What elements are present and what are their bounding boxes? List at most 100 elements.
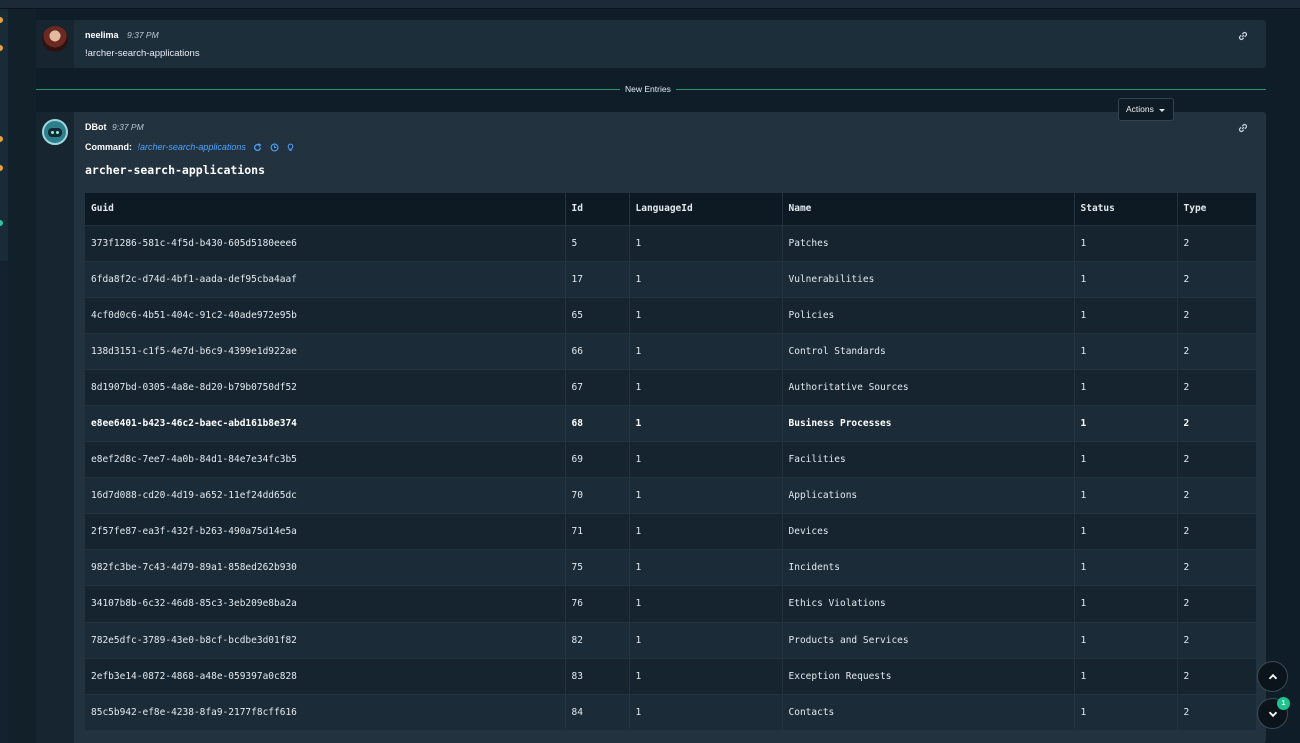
cell-type: 2 bbox=[1177, 549, 1257, 587]
cell-languageid: 1 bbox=[629, 261, 783, 298]
cell-type: 2 bbox=[1177, 477, 1257, 515]
cell-name: Products and Services bbox=[782, 622, 1075, 659]
cell-languageid: 1 bbox=[629, 622, 783, 659]
message-time: 9:37 PM bbox=[112, 122, 144, 132]
cell-name: Devices bbox=[782, 513, 1075, 551]
cell-languageid: 1 bbox=[629, 405, 783, 443]
cell-name: Control Standards bbox=[782, 333, 1075, 370]
cell-id: 82 bbox=[565, 622, 630, 659]
lightbulb-icon[interactable] bbox=[286, 143, 295, 152]
table-row: 373f1286-581c-4f5d-b430-605d5180eee6 5 1 Pa… bbox=[85, 225, 1257, 262]
cell-status: 1 bbox=[1074, 513, 1178, 551]
table-header-row: Guid Id LanguageId Name Status Type bbox=[85, 193, 1257, 226]
column-header-languageid[interactable]: LanguageId bbox=[629, 193, 783, 226]
bot-eye bbox=[56, 131, 59, 134]
cell-languageid: 1 bbox=[629, 225, 783, 262]
avatar-column bbox=[36, 20, 74, 68]
cell-guid: 782e5dfc-3789-43e0-b8cf-bcdbe3d01f82 bbox=[85, 622, 566, 659]
clock-icon[interactable] bbox=[270, 143, 279, 152]
avatar[interactable] bbox=[42, 26, 68, 52]
actions-dropdown-button[interactable]: Actions bbox=[1118, 98, 1174, 121]
cell-id: 71 bbox=[565, 513, 630, 551]
column-header-guid[interactable]: Guid bbox=[85, 193, 566, 226]
cell-name: Vulnerabilities bbox=[782, 261, 1075, 298]
cell-type: 2 bbox=[1177, 694, 1257, 731]
cell-guid: 16d7d088-cd20-4d19-a652-11ef24dd65dc bbox=[85, 477, 566, 515]
cell-languageid: 1 bbox=[629, 585, 783, 623]
cell-type: 2 bbox=[1177, 585, 1257, 623]
cell-type: 2 bbox=[1177, 261, 1257, 298]
cell-status: 1 bbox=[1074, 694, 1178, 731]
table-row: e8ef2d8c-7ee7-4a0b-84d1-84e7e34fc3b5 69 1 F… bbox=[85, 441, 1257, 479]
cell-type: 2 bbox=[1177, 622, 1257, 659]
cell-name: Applications bbox=[782, 477, 1075, 515]
link-icon[interactable] bbox=[1237, 122, 1249, 134]
cell-id: 67 bbox=[565, 369, 630, 406]
cell-id: 75 bbox=[565, 549, 630, 587]
table-row: 8d1907bd-0305-4a8e-8d20-b79b0750df52 67 1 A… bbox=[85, 369, 1257, 406]
table-row: 2efb3e14-0872-4868-a48e-059397a0c828 83 1 E… bbox=[85, 658, 1257, 695]
actions-label: Actions bbox=[1126, 104, 1154, 114]
bot-face bbox=[48, 128, 62, 137]
cell-id: 65 bbox=[565, 297, 630, 334]
cell-status: 1 bbox=[1074, 261, 1178, 298]
scroll-up-button[interactable] bbox=[1257, 661, 1288, 692]
table-row: 782e5dfc-3789-43e0-b8cf-bcdbe3d01f82 82 1 P… bbox=[85, 622, 1257, 659]
command-text[interactable]: !archer-search-applications bbox=[138, 142, 246, 152]
cell-status: 1 bbox=[1074, 441, 1178, 479]
table-row: e8ee6401-b423-46c2-baec-abd161b8e374 68 1 B… bbox=[85, 405, 1257, 443]
cell-guid: e8ee6401-b423-46c2-baec-abd161b8e374 bbox=[85, 405, 566, 443]
cell-guid: e8ef2d8c-7ee7-4a0b-84d1-84e7e34fc3b5 bbox=[85, 441, 566, 479]
table-row: 2f57fe87-ea3f-432f-b263-490a75d14e5a 71 1 D… bbox=[85, 513, 1257, 551]
column-header-name[interactable]: Name bbox=[782, 193, 1075, 226]
table-title: archer-search-applications bbox=[85, 163, 266, 177]
cell-status: 1 bbox=[1074, 477, 1178, 515]
cell-status: 1 bbox=[1074, 622, 1178, 659]
cell-languageid: 1 bbox=[629, 549, 783, 587]
table-row: 34107b8b-6c32-46d8-85c3-3eb209e8ba2a 76 1 E… bbox=[85, 585, 1257, 623]
cell-id: 84 bbox=[565, 694, 630, 731]
cell-id: 5 bbox=[565, 225, 630, 262]
table-row: 138d3151-c1f5-4e7d-b6c9-4399e1d922ae 66 1 C… bbox=[85, 333, 1257, 370]
cell-guid: 34107b8b-6c32-46d8-85c3-3eb209e8ba2a bbox=[85, 585, 566, 623]
cell-type: 2 bbox=[1177, 513, 1257, 551]
cell-languageid: 1 bbox=[629, 694, 783, 731]
cell-name: Incidents bbox=[782, 549, 1075, 587]
cell-languageid: 1 bbox=[629, 477, 783, 515]
cell-status: 1 bbox=[1074, 585, 1178, 623]
cell-guid: 4cf0d0c6-4b51-404c-91c2-40ade972e95b bbox=[85, 297, 566, 334]
top-bar bbox=[0, 0, 1300, 9]
cell-guid: 85c5b942-ef8e-4238-8fa9-2177f8cff616 bbox=[85, 694, 566, 731]
user-message: neelima 9:37 PM !archer-search-applicati… bbox=[36, 20, 1266, 68]
cell-name: Authoritative Sources bbox=[782, 369, 1075, 406]
link-icon[interactable] bbox=[1237, 30, 1249, 42]
cell-type: 2 bbox=[1177, 369, 1257, 406]
cell-languageid: 1 bbox=[629, 369, 783, 406]
caret-down-icon bbox=[1159, 109, 1165, 112]
cell-id: 17 bbox=[565, 261, 630, 298]
column-header-type[interactable]: Type bbox=[1177, 193, 1257, 226]
table-row: 6fda8f2c-d74d-4bf1-aada-def95cba4aaf 17 1 V… bbox=[85, 261, 1257, 298]
cell-languageid: 1 bbox=[629, 513, 783, 551]
cell-id: 76 bbox=[565, 585, 630, 623]
table-row: 4cf0d0c6-4b51-404c-91c2-40ade972e95b 65 1 P… bbox=[85, 297, 1257, 334]
refresh-icon[interactable] bbox=[253, 143, 262, 152]
new-entries-label: New Entries bbox=[620, 84, 676, 94]
cell-guid: 373f1286-581c-4f5d-b430-605d5180eee6 bbox=[85, 225, 566, 262]
cell-languageid: 1 bbox=[629, 333, 783, 370]
cell-type: 2 bbox=[1177, 297, 1257, 334]
left-sidebar-edge bbox=[0, 9, 8, 743]
unread-count-badge: 1 bbox=[1277, 697, 1290, 710]
message-author[interactable]: neelima bbox=[85, 30, 119, 40]
bot-avatar[interactable] bbox=[42, 119, 68, 145]
table-row: 85c5b942-ef8e-4238-8fa9-2177f8cff616 84 1 C… bbox=[85, 694, 1257, 731]
message-time: 9:37 PM bbox=[127, 30, 159, 40]
column-header-status[interactable]: Status bbox=[1074, 193, 1178, 226]
cell-guid: 2f57fe87-ea3f-432f-b263-490a75d14e5a bbox=[85, 513, 566, 551]
cell-status: 1 bbox=[1074, 297, 1178, 334]
cell-type: 2 bbox=[1177, 658, 1257, 695]
cell-id: 83 bbox=[565, 658, 630, 695]
column-header-id[interactable]: Id bbox=[565, 193, 630, 226]
message-author[interactable]: DBot bbox=[85, 122, 107, 132]
cell-name: Ethics Violations bbox=[782, 585, 1075, 623]
